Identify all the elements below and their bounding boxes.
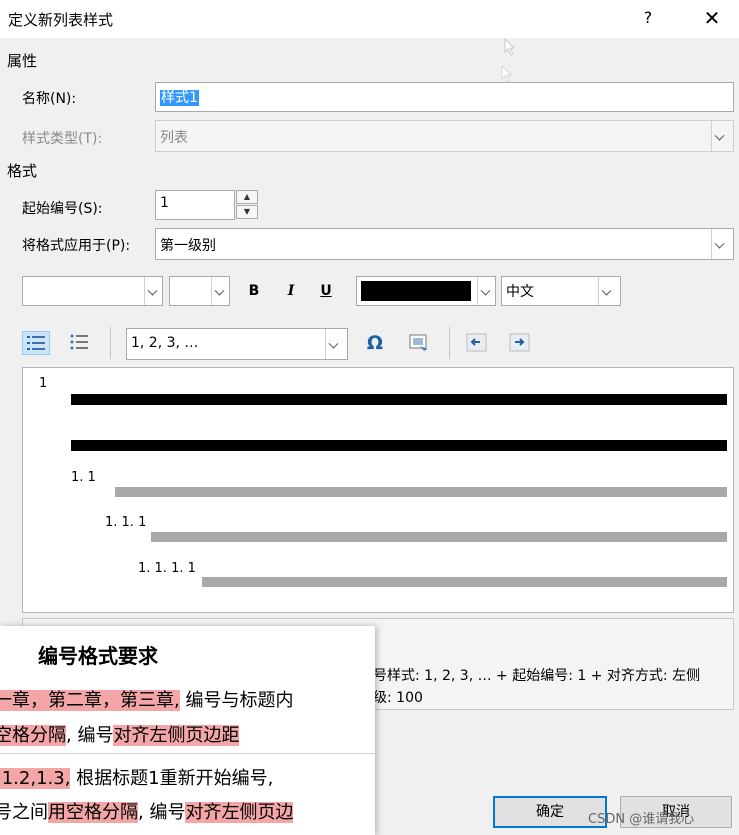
numbering-style-dropdown[interactable]: 1, 2, 3, … (126, 328, 348, 360)
name-input[interactable]: 样式1 (155, 82, 734, 112)
chevron-down-icon (144, 277, 162, 305)
spin-up-icon[interactable]: ▲ (236, 190, 258, 204)
numbered-list-icon (27, 336, 45, 350)
italic-button[interactable]: I (281, 283, 301, 299)
chevron-down-icon (477, 277, 495, 305)
start-at-label: 起始编号(S): (22, 201, 103, 217)
mouse-cursor-icon (504, 38, 516, 56)
watermark: CSDN @谁谓我心 (588, 812, 695, 827)
card-row-4: 号之间用空格分隔, 编号对齐左侧页边 (0, 798, 294, 824)
numbering-style-value: 1, 2, 3, … (131, 335, 199, 351)
card-text: 号之间 (0, 802, 48, 823)
increase-indent-icon (509, 333, 530, 352)
card-row-1: 一章，第二章，第三章, 编号与标题内 (0, 686, 293, 712)
font-color-dropdown[interactable] (356, 276, 496, 306)
card-divider (0, 753, 375, 754)
preview-level-2-label: 1. 1 (71, 470, 96, 485)
apply-to-label: 将格式应用于(P): (22, 238, 131, 254)
card-highlight: ,1.2,1.3, (0, 768, 71, 789)
help-button[interactable]: ? (636, 6, 660, 30)
script-dropdown[interactable]: 中文 (501, 276, 621, 306)
style-type-value: 列表 (160, 130, 188, 146)
chevron-down-icon (325, 329, 347, 359)
card-highlight: 对齐左侧页边 (185, 802, 294, 823)
name-input-value: 样式1 (160, 90, 199, 106)
script-value: 中文 (506, 284, 534, 300)
style-type-dropdown[interactable]: 列表 (155, 120, 734, 152)
chevron-down-icon (211, 277, 229, 305)
title-bar: 定义新列表样式 ? ✕ (0, 0, 739, 38)
card-title: 编号格式要求 (38, 644, 158, 668)
font-name-dropdown[interactable] (22, 276, 163, 306)
preview-level-1-bar (71, 440, 727, 451)
font-size-dropdown[interactable] (169, 276, 230, 306)
toolbar-divider (449, 327, 450, 359)
start-at-spinner[interactable]: ▲ ▼ (236, 190, 258, 220)
bulleted-list-button[interactable] (66, 331, 94, 355)
underline-button[interactable]: U (316, 283, 336, 299)
format-requirements-card: 编号格式要求 一章，第二章，第三章, 编号与标题内 空格分隔, 编号对齐左侧页边… (0, 626, 375, 835)
start-at-input[interactable]: 1 (155, 190, 235, 220)
decrease-indent-button[interactable] (464, 332, 492, 356)
style-type-label: 样式类型(T): (22, 131, 103, 147)
picture-icon (409, 334, 428, 353)
preview-level-1-label: 1 (39, 376, 48, 391)
close-button[interactable]: ✕ (699, 5, 725, 31)
format-section-label: 格式 (7, 162, 38, 180)
preview-level-1-bar (71, 394, 727, 405)
card-text: , 编号 (138, 802, 186, 823)
name-label: 名称(N): (22, 91, 77, 107)
dialog-title: 定义新列表样式 (8, 11, 114, 29)
preview-level-4-bar (202, 577, 727, 587)
properties-section-label: 属性 (7, 52, 38, 70)
card-row-2: 空格分隔, 编号对齐左侧页边距 (0, 721, 240, 747)
card-highlight: 一章，第二章，第三章, (0, 690, 180, 711)
preview-level-3-label: 1. 1. 1 (105, 515, 147, 530)
card-highlight: 对齐左侧页边距 (113, 725, 240, 746)
preview-pane: 1 1. 1 1. 1. 1 1. 1. 1. 1 (22, 367, 734, 613)
card-highlight: 空格分隔 (0, 725, 66, 746)
spin-down-icon[interactable]: ▼ (236, 205, 258, 219)
chevron-down-icon (598, 277, 620, 305)
start-at-value: 1 (160, 195, 169, 211)
bold-button[interactable]: B (244, 283, 264, 299)
chevron-down-icon (711, 229, 733, 259)
toolbar-divider (110, 327, 111, 359)
insert-symbol-button[interactable]: Ω (362, 332, 388, 354)
decrease-indent-icon (466, 333, 487, 352)
card-highlight: 用空格分隔 (48, 802, 138, 823)
card-row-3: ,1.2,1.3, 根据标题1重新开始编号, (0, 764, 273, 790)
preview-level-3-bar (151, 532, 727, 542)
picture-bullet-button[interactable] (406, 332, 434, 356)
card-text: , 编号 (66, 725, 114, 746)
font-color-swatch (361, 281, 471, 301)
bulleted-list-icon (70, 334, 88, 350)
preview-level-4-label: 1. 1. 1. 1 (138, 561, 196, 576)
description-line-2: 级: 100 (373, 690, 423, 706)
chevron-down-icon (711, 121, 733, 151)
mouse-cursor-icon (501, 65, 513, 83)
increase-indent-button[interactable] (507, 332, 535, 356)
description-line-1: 号样式: 1, 2, 3, … + 起始编号: 1 + 对齐方式: 左侧 (373, 668, 701, 684)
card-text: 编号与标题内 (179, 690, 294, 711)
apply-to-value: 第一级别 (160, 238, 216, 254)
card-text: 根据标题1重新开始编号, (70, 768, 274, 789)
apply-to-dropdown[interactable]: 第一级别 (155, 228, 734, 260)
numbered-list-button[interactable] (22, 331, 50, 355)
preview-level-2-bar (115, 487, 727, 497)
